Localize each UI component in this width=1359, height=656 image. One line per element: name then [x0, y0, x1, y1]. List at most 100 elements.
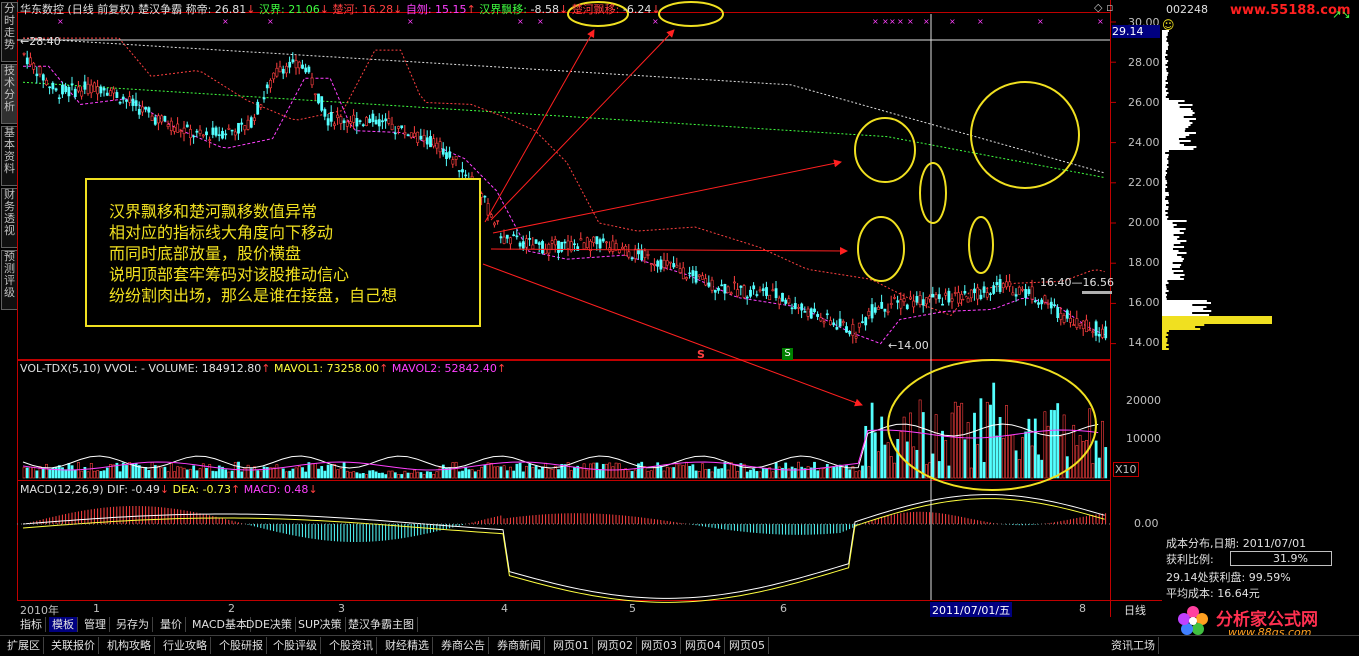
bottom-tab-12[interactable]: 网页03	[638, 637, 681, 654]
candle-body	[678, 268, 682, 273]
candle-body	[253, 117, 256, 121]
candle-body	[1008, 281, 1012, 287]
candle-body	[182, 127, 186, 134]
cost-bar	[1162, 160, 1169, 162]
candle-body	[909, 296, 912, 300]
candle-body	[681, 267, 685, 280]
mavol1-value: MAVOL1: 73258.00	[273, 362, 380, 375]
bottom-tab-9[interactable]: 券商新闻	[494, 637, 545, 654]
bottom-tab-13[interactable]: 网页04	[682, 637, 725, 654]
volume-bar	[326, 464, 330, 479]
tab-chuhan[interactable]: 楚汉争霸主图	[345, 617, 418, 632]
tab-forecast[interactable]: 预测评级	[1, 250, 18, 310]
candle-body	[339, 116, 343, 124]
bottom-tab-2[interactable]: 机构攻略	[104, 637, 155, 654]
volume-bar	[563, 464, 567, 479]
cost-bar	[1162, 196, 1166, 198]
bottom-tab-14[interactable]: 网页05	[726, 637, 769, 654]
bottom-tab-6[interactable]: 个股资讯	[326, 637, 377, 654]
candle-body	[32, 62, 36, 70]
volume-bar	[982, 462, 986, 479]
cost-bar	[1162, 138, 1179, 140]
candle-body	[867, 310, 871, 316]
tab-intraday[interactable]: 分时走势	[1, 2, 18, 62]
bottom-tab-8[interactable]: 券商公告	[438, 637, 489, 654]
tab-technical[interactable]: 技术分析	[1, 64, 18, 124]
period-switch[interactable]: 日线	[1124, 602, 1146, 618]
arrow-icons[interactable]: ↗↘	[1332, 8, 1350, 21]
cost-bar	[1162, 324, 1205, 326]
volume-bar	[141, 467, 144, 479]
volume-unit: X10	[1113, 462, 1139, 477]
cost-bar	[1162, 178, 1166, 180]
candle-body	[61, 84, 64, 95]
signal-mark: ×	[949, 17, 956, 26]
highlight-circle-1	[854, 117, 916, 183]
volume-bar	[915, 449, 919, 479]
bottom-tab-1[interactable]: 关联报价	[48, 637, 99, 654]
volume-bar	[825, 463, 829, 479]
cost-bar	[1162, 318, 1272, 320]
candle-body	[544, 248, 548, 255]
tab-macd[interactable]: MACD基本	[189, 617, 251, 632]
volume-bar	[365, 474, 368, 479]
tab-dde[interactable]: DDE决策	[243, 617, 296, 632]
bottom-tab-10[interactable]: 网页01	[550, 637, 593, 654]
candle-body	[797, 307, 800, 309]
candle-body	[816, 313, 820, 317]
tab-manage[interactable]: 管理	[81, 617, 110, 632]
cost-bar	[1162, 274, 1185, 276]
tab-financials[interactable]: 财务透视	[1, 188, 18, 248]
bottom-tab-7[interactable]: 财经精选	[382, 637, 433, 654]
range-bar	[1082, 291, 1112, 294]
volume-bar	[387, 470, 391, 479]
bottom-tab-5[interactable]: 个股评级	[270, 637, 321, 654]
candle-body	[38, 66, 42, 75]
candle-body	[493, 222, 496, 226]
tab-volume-price[interactable]: 量价	[157, 617, 186, 632]
tab-sup[interactable]: SUP决策	[295, 617, 346, 632]
cost-bar	[1162, 180, 1167, 182]
volume-bar	[285, 471, 288, 479]
volume-bar	[614, 462, 618, 479]
cost-title: 成本分布,日期: 2011/07/01	[1166, 537, 1307, 550]
chenghao-value: 称帝: 26.81	[185, 3, 247, 16]
candle-body	[150, 115, 154, 121]
signal-mark: ×	[1097, 17, 1104, 26]
tab-fundamentals[interactable]: 基本资料	[1, 126, 18, 186]
cost-bar	[1162, 230, 1180, 232]
cost-bar	[1162, 172, 1168, 174]
signal-mark: ×	[57, 17, 64, 26]
candle-body	[861, 321, 864, 323]
cost-bar	[1162, 348, 1169, 350]
cost-bar	[1162, 344, 1169, 346]
bottom-tab-4[interactable]: 个股研报	[216, 637, 267, 654]
candle-body	[745, 296, 749, 299]
bottom-tab-11[interactable]: 网页02	[594, 637, 637, 654]
cost-bar	[1162, 78, 1168, 80]
volume-bar	[611, 466, 615, 479]
volume-bar	[230, 470, 234, 479]
bottom-tab-15[interactable]: 资讯工场	[1108, 637, 1159, 654]
volume-bar	[281, 468, 285, 479]
volume-bar	[307, 462, 311, 479]
panel-close-icon[interactable]: ◇ ▫	[1094, 1, 1113, 14]
tab-indicator[interactable]: 指标	[17, 617, 46, 632]
candle-body	[854, 336, 858, 339]
signal-mark: ×	[897, 17, 904, 26]
tab-save-as[interactable]: 另存为	[113, 617, 153, 632]
volume-bar	[457, 471, 461, 479]
cost-bar	[1162, 130, 1185, 132]
candle-body	[739, 285, 743, 288]
candle-body	[307, 66, 311, 73]
tab-template[interactable]: 模板	[49, 617, 78, 632]
bottom-tab-3[interactable]: 行业攻略	[160, 637, 211, 654]
cost-bar	[1162, 192, 1169, 194]
cost-bar	[1162, 242, 1181, 244]
average-cost: 平均成本: 16.64元	[1166, 587, 1260, 600]
bottom-tab-0[interactable]: 扩展区	[4, 637, 44, 654]
volume-bar	[771, 471, 775, 479]
candle-body	[563, 241, 567, 244]
volume-bar	[419, 472, 423, 479]
volume-bar	[272, 467, 276, 479]
